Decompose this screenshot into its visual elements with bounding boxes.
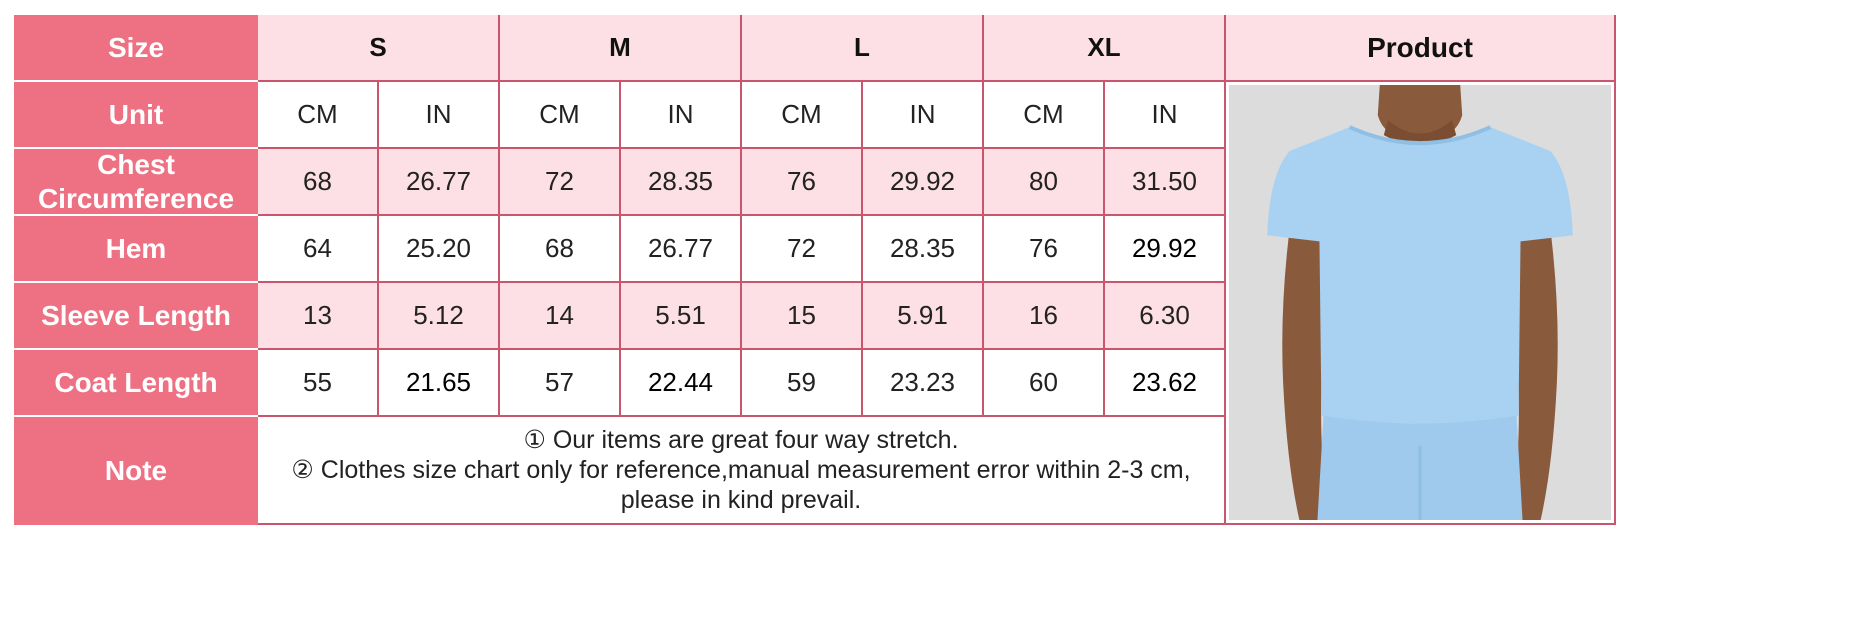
sleeve-cell: 13 — [258, 283, 379, 350]
size-header: Size — [14, 15, 258, 82]
coat-cell: 55 — [258, 350, 379, 417]
coat-header: Coat Length — [14, 350, 258, 417]
hem-cell: 64 — [258, 216, 379, 283]
shirt-photo-icon — [1229, 85, 1611, 520]
size-l: L — [742, 15, 984, 82]
chest-cell: 26.77 — [379, 149, 500, 216]
sleeve-label: Sleeve Length — [41, 299, 231, 331]
chest-cell: 76 — [742, 149, 863, 216]
sleeve-cell: 14 — [500, 283, 621, 350]
note-line-3: please in kind prevail. — [620, 486, 862, 514]
unit-cell: CM — [500, 82, 621, 149]
unit-cell: IN — [863, 82, 984, 149]
sleeve-cell: 6.30 — [1105, 283, 1226, 350]
sleeve-cell: 5.12 — [379, 283, 500, 350]
hem-header: Hem — [14, 216, 258, 283]
coat-cell: 22.44 — [621, 350, 742, 417]
coat-cell: 21.65 — [379, 350, 500, 417]
unit-cell: CM — [258, 82, 379, 149]
coat-cell: 57 — [500, 350, 621, 417]
chest-cell: 80 — [984, 149, 1105, 216]
coat-cell: 59 — [742, 350, 863, 417]
sleeve-cell: 5.51 — [621, 283, 742, 350]
product-header: Product — [1226, 15, 1616, 82]
sleeve-header: Sleeve Length — [14, 283, 258, 350]
coat-cell: 23.23 — [863, 350, 984, 417]
hem-cell: 29.92 — [1105, 216, 1226, 283]
hem-cell: 25.20 — [379, 216, 500, 283]
note-label: Note — [104, 455, 168, 487]
note-text: ① Our items are great four way stretch. … — [258, 417, 1226, 525]
coat-cell: 23.62 — [1105, 350, 1226, 417]
chest-cell: 28.35 — [621, 149, 742, 216]
chest-cell: 29.92 — [863, 149, 984, 216]
hem-cell: 26.77 — [621, 216, 742, 283]
size-label: Size — [107, 31, 165, 63]
note-header: Note — [14, 417, 258, 525]
hem-cell: 72 — [742, 216, 863, 283]
chest-cell: 31.50 — [1105, 149, 1226, 216]
note-line-1: ① Our items are great four way stretch. — [523, 426, 959, 454]
coat-label: Coat Length — [54, 366, 218, 398]
size-chart: Size Unit Chest Circumference Hem Sleeve… — [14, 15, 1850, 625]
chest-cell: 72 — [500, 149, 621, 216]
coat-cell: 60 — [984, 350, 1105, 417]
hem-label: Hem — [105, 232, 167, 264]
note-line-2: ② Clothes size chart only for reference,… — [291, 456, 1191, 484]
unit-label: Unit — [108, 98, 164, 130]
chest-cell: 68 — [258, 149, 379, 216]
size-m: M — [500, 15, 742, 82]
product-label: Product — [1367, 31, 1473, 63]
chest-header: Chest Circumference — [14, 149, 258, 216]
sleeve-cell: 16 — [984, 283, 1105, 350]
unit-cell: CM — [984, 82, 1105, 149]
unit-cell: IN — [621, 82, 742, 149]
unit-header: Unit — [14, 82, 258, 149]
unit-cell: IN — [1105, 82, 1226, 149]
hem-cell: 28.35 — [863, 216, 984, 283]
unit-cell: CM — [742, 82, 863, 149]
unit-cell: IN — [379, 82, 500, 149]
size-s: S — [258, 15, 500, 82]
hem-cell: 76 — [984, 216, 1105, 283]
hem-cell: 68 — [500, 216, 621, 283]
size-xl: XL — [984, 15, 1226, 82]
product-image — [1226, 82, 1616, 525]
chest-label: Chest Circumference — [37, 148, 235, 214]
sleeve-cell: 5.91 — [863, 283, 984, 350]
sleeve-cell: 15 — [742, 283, 863, 350]
